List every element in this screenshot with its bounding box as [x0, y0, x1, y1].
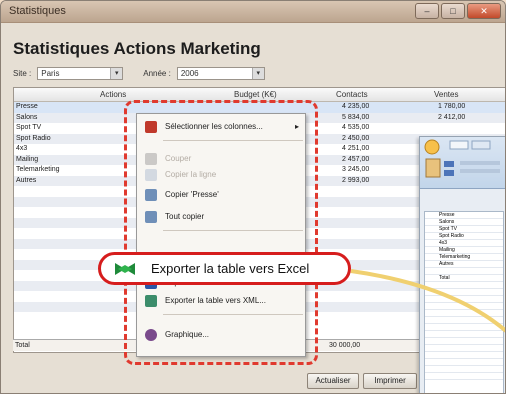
year-select-value: 2006 — [180, 69, 199, 78]
highlight-dashed-frame — [124, 100, 318, 365]
column-header-ventes[interactable]: Ventes — [434, 90, 458, 99]
excel-empty-row — [425, 366, 503, 373]
export-excel-callout[interactable]: Exporter la table vers Excel — [98, 252, 351, 285]
filter-bar: Site : Paris ▾ Année : 2006 ▾ — [13, 67, 265, 80]
excel-row: Salons — [425, 219, 503, 226]
excel-empty-row — [425, 310, 503, 317]
page-title: Statistiques Actions Marketing — [13, 39, 261, 58]
year-label: Année : — [143, 69, 171, 78]
chevron-down-icon: ▾ — [110, 68, 123, 79]
cell-contacts: 2 457,00 — [342, 155, 370, 163]
excel-empty-row — [425, 359, 503, 366]
excel-icon — [115, 263, 135, 275]
export-excel-label: Exporter la table vers Excel — [151, 261, 310, 276]
cell-action: 4x3 — [16, 145, 28, 152]
excel-empty-row — [425, 338, 503, 345]
cell-contacts: 4 235,00 — [342, 103, 370, 110]
cell-action: Telemarketing — [16, 166, 60, 173]
excel-preview-window: Presse Salons Spot TV Spot Radio 4x3 Mailing T… — [419, 136, 505, 393]
excel-empty-row — [425, 296, 503, 303]
excel-row: Spot TV — [425, 226, 503, 233]
excel-row: Presse — [425, 212, 503, 219]
excel-empty-row — [425, 324, 503, 331]
app-window: Statistiques – □ ✕ Statistiques Actions … — [0, 0, 506, 394]
cell-action: Mailing — [16, 155, 39, 163]
cell-contacts: 4 535,00 — [342, 124, 370, 131]
cell-contacts: 3 245,00 — [342, 166, 370, 173]
cell-contacts: 5 834,00 — [342, 113, 370, 121]
excel-row — [425, 268, 503, 275]
excel-empty-row — [425, 282, 503, 289]
cell-contacts: 2 450,00 — [342, 134, 370, 142]
excel-empty-row — [425, 352, 503, 359]
excel-row: Telemarketing — [425, 254, 503, 261]
excel-row: 4x3 — [425, 240, 503, 247]
cell-ventes: 1 780,00 — [438, 103, 466, 110]
site-select[interactable]: Paris ▾ — [37, 67, 124, 80]
excel-empty-row — [425, 331, 503, 338]
maximize-button[interactable]: □ — [441, 3, 465, 19]
window-controls: – □ ✕ — [415, 3, 501, 19]
refresh-button[interactable]: Actualiser — [307, 373, 359, 389]
cell-action: Spot TV — [16, 124, 42, 131]
column-header-budget[interactable]: Budget (K€) — [234, 90, 277, 99]
excel-row: Mailing — [425, 247, 503, 254]
excel-empty-row — [425, 373, 503, 380]
cell-action: Autres — [16, 176, 37, 184]
chevron-down-icon: ▾ — [251, 68, 264, 79]
column-header-contacts[interactable]: Contacts — [336, 90, 368, 99]
year-select[interactable]: 2006 ▾ — [176, 67, 265, 80]
excel-empty-row — [425, 289, 503, 296]
cell-ventes: 2 412,00 — [438, 113, 466, 121]
site-label: Site : — [13, 69, 32, 78]
column-header-actions[interactable]: Actions — [100, 90, 126, 99]
excel-row: Spot Radio — [425, 233, 503, 240]
total-contacts: 30 000,00 — [329, 342, 361, 349]
excel-ribbon — [420, 137, 505, 189]
minimize-button[interactable]: – — [415, 3, 439, 19]
window-title: Statistiques — [9, 5, 66, 17]
excel-empty-row — [425, 345, 503, 352]
excel-empty-row — [425, 303, 503, 310]
excel-row: Total — [425, 275, 503, 282]
title-bar: Statistiques – □ ✕ — [1, 1, 505, 23]
cell-action: Spot Radio — [16, 134, 51, 142]
excel-empty-row — [425, 317, 503, 324]
cell-contacts: 4 251,00 — [342, 145, 370, 152]
cell-action: Salons — [16, 113, 38, 121]
close-button[interactable]: ✕ — [467, 3, 501, 19]
cell-action: Presse — [16, 103, 38, 110]
cell-contacts: 2 993,00 — [342, 176, 370, 184]
print-button[interactable]: Imprimer — [363, 373, 417, 389]
excel-row: Autres — [425, 261, 503, 268]
site-select-value: Paris — [41, 69, 60, 78]
excel-sheet: Presse Salons Spot TV Spot Radio 4x3 Mailing T… — [424, 211, 504, 393]
excel-ribbon-icon — [424, 139, 500, 178]
total-label: Total — [15, 342, 30, 349]
